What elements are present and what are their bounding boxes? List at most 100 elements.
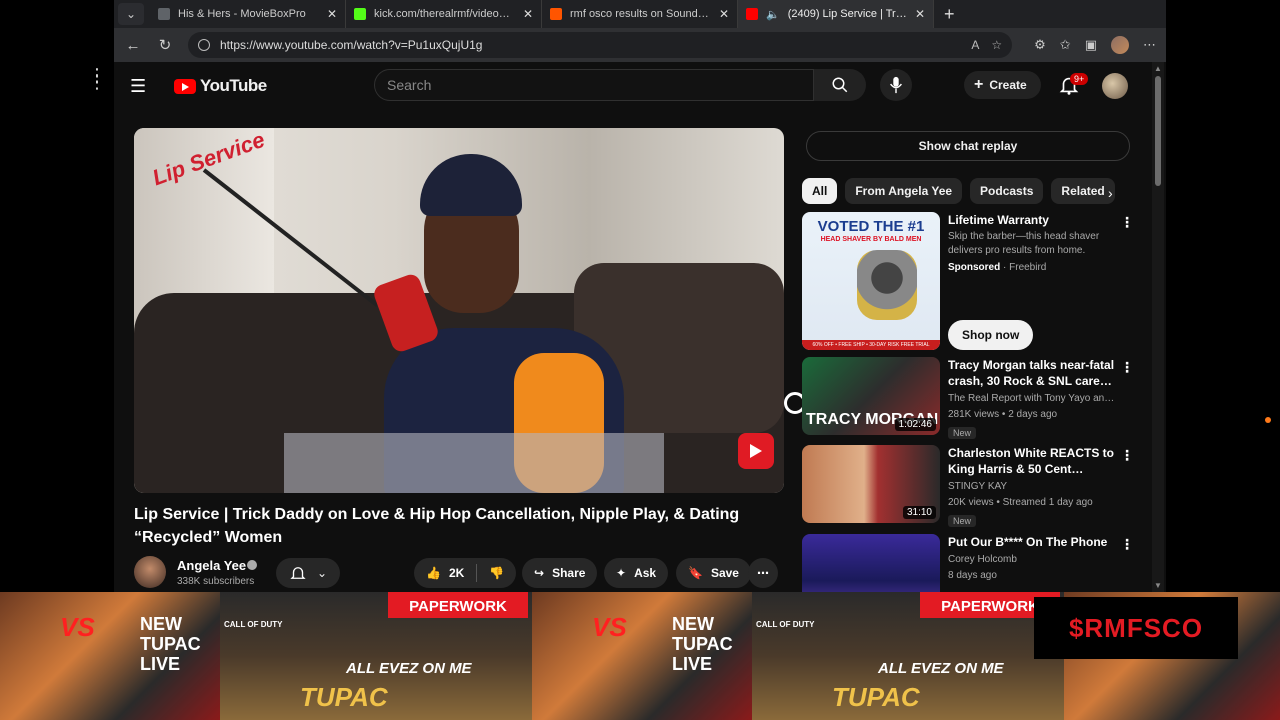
- voice-search-button[interactable]: [880, 69, 912, 101]
- ad-thumb-subhead: HEAD SHAVER BY BALD MEN: [820, 236, 922, 243]
- channel-name[interactable]: STINGY KAY: [948, 479, 1118, 495]
- tab-audio-icon[interactable]: 🔈: [766, 8, 780, 21]
- browser-tab[interactable]: kick.com/therealrmf/videos/dfb( ✕: [346, 0, 542, 28]
- browser-tab-active[interactable]: 🔈 (2409) Lip Service | Trick Da ✕: [738, 0, 934, 28]
- subscriber-count: 338K subscribers: [177, 576, 255, 587]
- extension-icon[interactable]: ⚙: [1034, 37, 1046, 53]
- chip-related[interactable]: Related: [1051, 178, 1115, 204]
- video-title[interactable]: Tracy Morgan talks near-fatal crash, 30 …: [948, 357, 1118, 389]
- more-actions-button[interactable]: ⋯: [748, 558, 778, 588]
- tab-title: kick.com/therealrmf/videos/dfb(: [374, 8, 515, 20]
- video-title[interactable]: Charleston White REACTS to King Harris &…: [948, 445, 1118, 477]
- video-player[interactable]: Lip Service: [134, 128, 784, 493]
- video-duration: 31:10: [902, 506, 936, 519]
- collections-icon[interactable]: ▣: [1085, 37, 1097, 53]
- like-count[interactable]: 2K: [449, 566, 464, 580]
- banner-cod-text: CALL OF DUTY: [224, 620, 283, 629]
- reload-icon[interactable]: ↻: [156, 36, 174, 54]
- browser-tab[interactable]: rmf osco results on SoundCloud ✕: [542, 0, 738, 28]
- banner-vs-text: VS: [592, 612, 627, 642]
- recommended-video[interactable]: 31:10 Charleston White REACTS to King Ha…: [802, 445, 1134, 527]
- tab-close-icon[interactable]: ✕: [719, 7, 729, 21]
- more-vert-icon[interactable]: ⋮: [1120, 447, 1134, 464]
- sparkle-icon: ✦: [616, 566, 627, 580]
- address-toolbar: ← ↻ https://www.youtube.com/watch?v=Pu1u…: [114, 28, 1166, 62]
- verified-badge-icon: [247, 560, 257, 570]
- tab-close-icon[interactable]: ✕: [523, 7, 533, 21]
- ad-product-image: [857, 250, 917, 320]
- ask-label: Ask: [634, 566, 657, 580]
- banner-evez-text: ALL EVEZ ON ME: [878, 660, 1004, 677]
- tab-favicon-icon: [550, 8, 562, 20]
- tab-title: (2409) Lip Service | Trick Da: [787, 8, 907, 20]
- read-aloud-icon[interactable]: A: [971, 38, 979, 52]
- more-vert-icon[interactable]: ⋮: [1120, 359, 1134, 376]
- thumbs-up-icon[interactable]: 👍: [426, 566, 441, 580]
- browser-profile-avatar[interactable]: [1111, 36, 1129, 54]
- chip-from-angela-yee[interactable]: From Angela Yee: [845, 178, 963, 204]
- url-field[interactable]: https://www.youtube.com/watch?v=Pu1uxQuj…: [188, 32, 1013, 58]
- ask-button[interactable]: ✦ Ask: [604, 558, 669, 588]
- thumbs-down-icon[interactable]: 👎: [489, 566, 504, 580]
- subscription-notify-button[interactable]: ⌄: [276, 558, 340, 588]
- subscribe-watermark-icon[interactable]: [738, 433, 774, 469]
- more-horizontal-icon: ⋯: [757, 566, 769, 580]
- ad-thumbnail[interactable]: VOTED THE #1 HEAD SHAVER BY BALD MEN 60%…: [802, 212, 940, 350]
- scrollbar-thumb[interactable]: [1155, 76, 1161, 186]
- favorites-icon[interactable]: ✩: [1060, 37, 1071, 53]
- tab-favicon-icon: [746, 8, 758, 20]
- sponsored-ad[interactable]: VOTED THE #1 HEAD SHAVER BY BALD MEN 60%…: [802, 212, 1134, 352]
- save-button[interactable]: 🔖 Save: [676, 558, 751, 588]
- search-input[interactable]: Search: [374, 69, 814, 101]
- favorite-star-icon[interactable]: ☆: [991, 38, 1002, 52]
- video-thumbnail[interactable]: 31:10: [802, 445, 940, 523]
- browser-tab[interactable]: His & Hers - MovieBoxPro ✕: [150, 0, 346, 28]
- share-button[interactable]: ↪ Share: [522, 558, 598, 588]
- shop-now-button[interactable]: Shop now: [948, 320, 1034, 350]
- search-button[interactable]: [814, 69, 866, 101]
- user-avatar[interactable]: [1102, 73, 1128, 99]
- tab-favicon-icon: [354, 8, 366, 20]
- status-dot: [1265, 417, 1271, 423]
- more-options-icon[interactable]: ⋯: [1143, 37, 1156, 53]
- page-scrollbar[interactable]: ▲ ▼: [1152, 62, 1164, 592]
- ad-info: Lifetime Warranty Skip the barber—this h…: [948, 212, 1118, 273]
- chip-all[interactable]: All: [802, 178, 838, 204]
- video-thumbnail[interactable]: [802, 534, 940, 592]
- channel-avatar[interactable]: [134, 556, 166, 588]
- show-chat-replay-button[interactable]: Show chat replay: [806, 131, 1130, 161]
- back-arrow-icon[interactable]: ←: [124, 37, 142, 54]
- browser-window: ⌄ His & Hers - MovieBoxPro ✕ kick.com/th…: [114, 0, 1166, 592]
- channel-name[interactable]: Corey Holcomb: [948, 552, 1118, 568]
- youtube-logo[interactable]: YouTube: [174, 76, 267, 96]
- channel-name[interactable]: The Real Report with Tony Yayo and Uncl.…: [948, 391, 1118, 407]
- scroll-up-icon[interactable]: ▲: [1154, 64, 1162, 73]
- new-tab-plus-icon[interactable]: +: [934, 4, 965, 25]
- banner-tupac-text: TUPAC: [300, 682, 388, 712]
- channel-name[interactable]: Angela Yee: [177, 558, 246, 573]
- chevron-down-icon: ⌄: [316, 566, 328, 580]
- youtube-header: ☰ YouTube Search + Create 9+: [114, 62, 1166, 110]
- hamburger-menu-icon[interactable]: ☰: [130, 76, 158, 97]
- tab-actions-chevron-icon[interactable]: ⌄: [118, 3, 144, 25]
- video-stats: 281K views • 2 days ago: [948, 409, 1058, 420]
- more-vert-icon[interactable]: ⋮: [1120, 214, 1134, 231]
- chevron-right-icon[interactable]: ›: [1108, 185, 1113, 201]
- drag-grip-icon[interactable]: ⋮ ⋮: [88, 66, 106, 91]
- video-thumbnail[interactable]: TRACY MORGAN 1:02:46: [802, 357, 940, 435]
- advertiser-name: Freebird: [1009, 262, 1047, 273]
- banner-tupac-text: TUPAC: [832, 682, 920, 712]
- url-text: https://www.youtube.com/watch?v=Pu1uxQuj…: [220, 38, 483, 52]
- site-info-icon[interactable]: [198, 39, 210, 51]
- more-vert-icon[interactable]: ⋮: [1120, 536, 1134, 553]
- ad-title[interactable]: Lifetime Warranty: [948, 212, 1118, 228]
- scroll-down-icon[interactable]: ▼: [1154, 581, 1162, 590]
- tab-close-icon[interactable]: ✕: [327, 7, 337, 21]
- chip-podcasts[interactable]: Podcasts: [970, 178, 1044, 204]
- recommended-video[interactable]: Put Our B**** On The Phone Corey Holcomb…: [802, 534, 1134, 592]
- bell-ring-icon: [290, 567, 306, 579]
- tab-close-icon[interactable]: ✕: [915, 7, 925, 21]
- recommended-video[interactable]: TRACY MORGAN 1:02:46 Tracy Morgan talks …: [802, 357, 1134, 439]
- create-button[interactable]: + Create: [964, 71, 1041, 99]
- video-title[interactable]: Put Our B**** On The Phone: [948, 534, 1118, 550]
